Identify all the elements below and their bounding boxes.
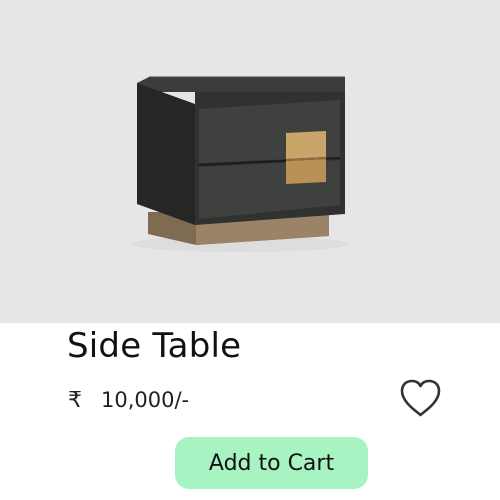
product-title: Side Table xyxy=(67,326,242,366)
product-image[interactable] xyxy=(0,0,500,323)
product-image-area xyxy=(0,0,500,323)
product-price: 10,000/- xyxy=(101,388,190,412)
add-to-cart-button[interactable]: Add to Cart xyxy=(175,437,368,489)
product-card: Side Table ₹ 10,000/- Add to Cart xyxy=(0,0,500,500)
rupee-symbol: ₹ xyxy=(68,387,82,413)
heart-icon[interactable] xyxy=(399,378,442,418)
price-row: ₹ 10,000/- xyxy=(68,384,189,416)
